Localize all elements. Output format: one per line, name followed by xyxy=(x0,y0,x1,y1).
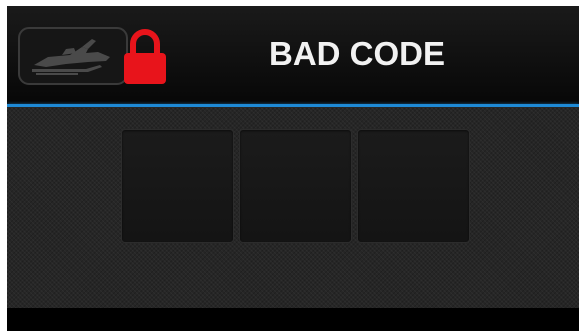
footer-bar xyxy=(7,308,579,331)
snowmobile-icon xyxy=(32,39,110,75)
lock-icon xyxy=(124,29,166,84)
code-digit-slot-3[interactable] xyxy=(357,129,470,243)
vehicle-badge xyxy=(18,27,128,85)
display-screen: BAD CODE xyxy=(7,6,579,331)
code-digit-slot-1[interactable] xyxy=(121,129,234,243)
header-bar: BAD CODE xyxy=(7,6,579,104)
code-entry-area xyxy=(7,107,579,308)
page-title: BAD CODE xyxy=(268,35,445,72)
code-digit-slot-2[interactable] xyxy=(239,129,352,243)
